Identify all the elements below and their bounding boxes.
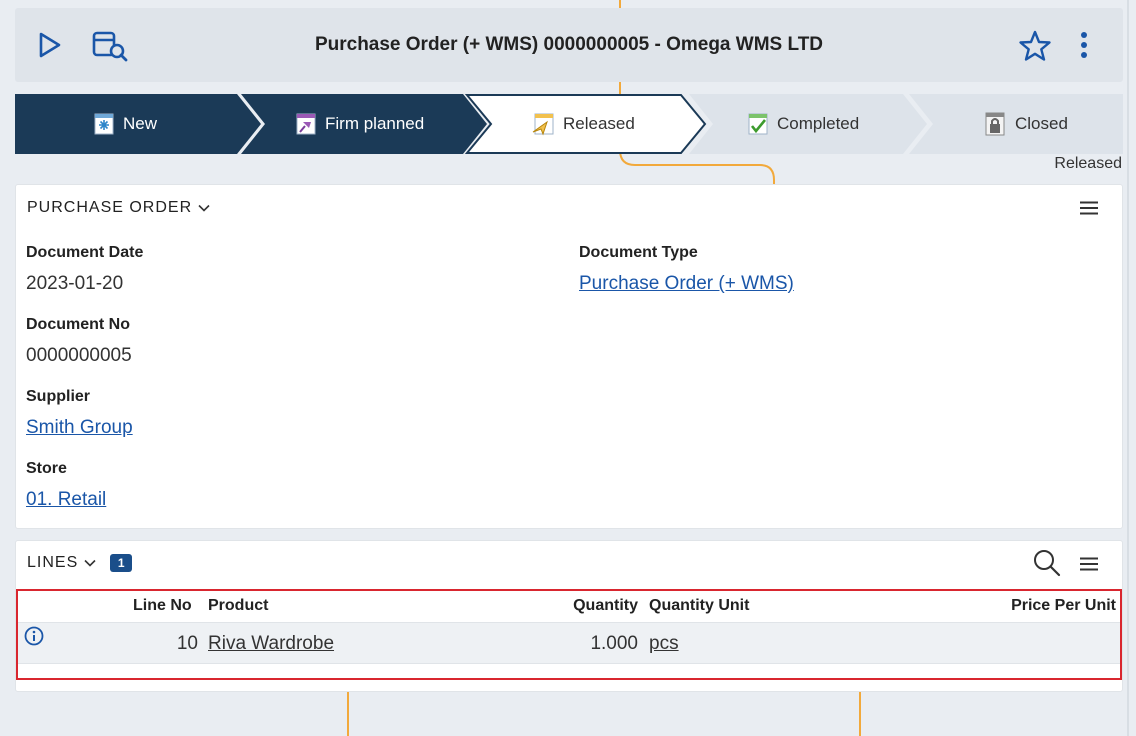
chevron-down-icon [84,559,96,567]
hamburger-menu-icon [1080,557,1098,571]
more-options-button[interactable] [1073,30,1095,60]
cell-quantity-unit-link[interactable]: pcs [649,623,679,665]
favorite-button[interactable] [1017,28,1053,64]
column-header-price-per-unit[interactable]: Price Per Unit [1011,591,1116,621]
step-label-released: Released [563,114,635,133]
kebab-menu-icon [1081,32,1087,58]
chevron-down-icon [198,204,210,212]
store-link[interactable]: 01. Retail [26,489,106,511]
paper-plane-icon [532,113,554,136]
status-stepper: New Firm planned Released Completed Clos… [15,94,1123,154]
checkmark-icon [748,113,768,135]
document-no-label: Document No [26,316,130,333]
step-closed[interactable]: Closed [981,94,1068,154]
column-header-product[interactable]: Product [208,591,268,621]
step-label-completed: Completed [777,114,860,133]
lines-menu-button[interactable] [1080,557,1098,576]
search-icon [1034,550,1061,577]
document-date-label: Document Date [26,244,144,261]
lines-search-button[interactable] [1033,549,1061,582]
purchase-order-menu-button[interactable] [1080,201,1098,220]
page-title: Purchase Order (+ WMS) 0000000005 - Omeg… [314,34,824,55]
step-new[interactable]: New [89,94,157,154]
snowflake-icon [94,113,114,135]
table-row[interactable]: 10 Riva Wardrobe 1.000 pcs [18,622,1120,664]
store-label: Store [26,460,67,477]
cell-quantity: 1.000 [590,633,638,654]
column-header-quantity[interactable]: Quantity [573,591,638,621]
column-header-line-no[interactable]: Line No [133,591,192,621]
step-label-new: New [123,114,158,133]
supplier-link[interactable]: Smith Group [26,417,133,439]
purchase-order-section-title: PURCHASE ORDER [27,199,193,216]
lines-section-toggle[interactable]: LINES 1 [27,554,133,572]
document-type-label: Document Type [579,244,698,261]
info-icon [24,626,44,646]
lines-section-title: LINES [27,554,79,571]
cell-product-link[interactable]: Riva Wardrobe [208,623,334,665]
hamburger-menu-icon [1080,201,1098,215]
step-label-firm-planned: Firm planned [325,114,425,133]
current-status-text: Released [1054,155,1122,172]
step-firm-planned[interactable]: Firm planned [291,94,424,154]
lines-count-badge: 1 [110,554,133,572]
star-icon [1019,30,1051,61]
pin-icon [296,113,316,135]
cell-line-no: 10 [176,633,198,654]
column-header-quantity-unit[interactable]: Quantity Unit [649,591,749,621]
purchase-order-section-toggle[interactable]: PURCHASE ORDER [27,199,210,217]
step-label-closed: Closed [1015,114,1068,133]
step-released[interactable]: Released [529,94,635,154]
document-date-value: 2023-01-20 [26,273,124,294]
purchase-order-card: PURCHASE ORDER Document Date 2023-01-20 … [15,184,1123,529]
step-completed[interactable]: Completed [743,94,859,154]
document-type-link[interactable]: Purchase Order (+ WMS) [579,273,794,295]
page-header: Purchase Order (+ WMS) 0000000005 - Omeg… [15,8,1123,82]
lock-icon [985,112,1005,136]
document-no-value: 0000000005 [26,345,132,366]
supplier-label: Supplier [26,388,91,405]
row-info-button[interactable] [24,615,44,657]
lines-table: Line No Product Quantity Quantity Unit P… [16,589,1122,680]
